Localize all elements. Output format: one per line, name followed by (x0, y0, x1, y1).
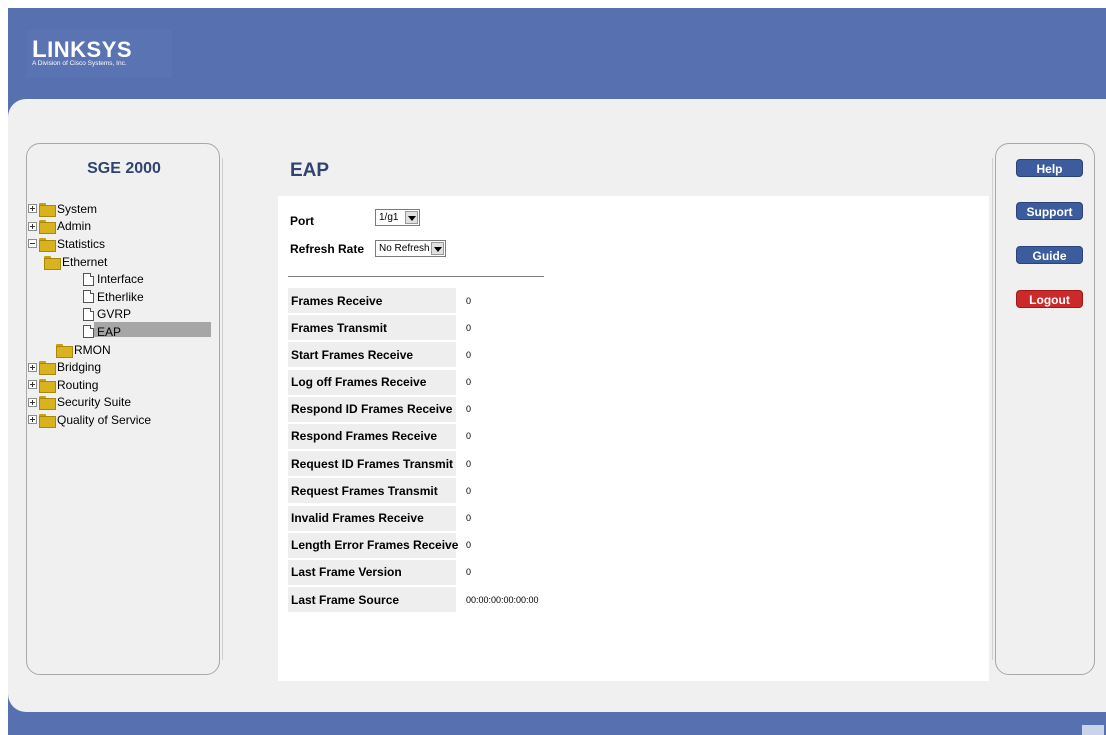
tree-item-admin[interactable]: Admin (28, 218, 213, 236)
table-row: Request ID Frames Transmit 0 (288, 451, 539, 478)
folder-icon (39, 378, 56, 393)
table-row: Last Frame Version 0 (288, 559, 539, 587)
folder-icon (39, 396, 56, 411)
stat-label: Last Frame Version (288, 559, 456, 585)
guide-button[interactable]: Guide (1016, 246, 1083, 264)
stat-value: 0 (466, 485, 472, 496)
stat-value: 0 (466, 458, 472, 469)
logout-button[interactable]: Logout (1016, 290, 1083, 308)
cisco-logo (1080, 719, 1106, 735)
tree-item-gvrp[interactable]: GVRP (28, 306, 213, 324)
table-row: Invalid Frames Receive 0 (288, 505, 539, 533)
help-button[interactable]: Help (1016, 159, 1083, 177)
port-label: Port (290, 214, 314, 228)
stat-label: Start Frames Receive (288, 342, 456, 368)
support-button[interactable]: Support (1016, 202, 1083, 220)
tree-item-rmon[interactable]: RMON (28, 341, 213, 359)
chevron-down-icon[interactable] (405, 211, 418, 224)
right-divider (992, 158, 993, 660)
document-icon (83, 290, 94, 304)
stat-value: 0 (466, 349, 472, 360)
table-row: Frames Transmit 0 (288, 315, 539, 342)
stat-value: 0 (466, 540, 472, 551)
tree-item-security-suite[interactable]: Security Suite (28, 394, 213, 412)
help-panel (995, 143, 1095, 675)
stat-label: Log off Frames Receive (288, 369, 456, 395)
tree-item-eap[interactable]: EAP (28, 323, 213, 341)
document-icon (83, 307, 94, 321)
table-row: Start Frames Receive 0 (288, 342, 539, 369)
table-row: Request Frames Transmit 0 (288, 478, 539, 505)
left-divider (222, 158, 223, 660)
collapse-icon[interactable] (28, 239, 37, 249)
device-title: SGE 2000 (87, 160, 161, 177)
folder-open-icon (44, 255, 61, 270)
stat-label: Request Frames Transmit (288, 478, 456, 504)
stat-value: 0 (466, 322, 472, 333)
table-row: Respond ID Frames Receive 0 (288, 396, 539, 424)
table-row: Frames Receive 0 (288, 288, 539, 315)
folder-open-icon (39, 237, 56, 252)
stat-value: 0 (466, 567, 472, 578)
stat-value: 0 (466, 404, 472, 415)
table-row: Log off Frames Receive 0 (288, 369, 539, 397)
tree-item-etherlike[interactable]: Etherlike (28, 288, 213, 306)
refresh-rate-select[interactable]: No Refresh (375, 240, 446, 257)
stat-value: 00:00:00:00:00:00 (466, 594, 539, 605)
stat-label: Frames Transmit (288, 315, 456, 341)
document-icon (83, 272, 94, 286)
folder-icon (39, 202, 56, 217)
stat-label: Request ID Frames Transmit (288, 451, 456, 477)
table-row: Length Error Frames Receive 0 (288, 532, 539, 560)
tree-item-routing[interactable]: Routing (28, 376, 213, 394)
folder-icon (56, 343, 73, 358)
port-select[interactable]: 1/g1 (375, 209, 420, 226)
stat-label: Respond ID Frames Receive (288, 396, 456, 422)
page-title: EAP (290, 160, 330, 181)
folder-icon (39, 361, 56, 376)
tree-item-interface[interactable]: Interface (28, 270, 213, 288)
stat-label: Respond Frames Receive (288, 423, 456, 449)
expand-icon[interactable] (28, 415, 37, 425)
table-row: Respond Frames Receive 0 (288, 423, 539, 451)
navigation-tree: System Admin Statistics Ethernet Interfa… (28, 200, 213, 429)
stat-value: 0 (466, 295, 472, 306)
chevron-down-icon[interactable] (431, 242, 444, 255)
refresh-rate-select-value: No Refresh (379, 243, 430, 254)
document-icon (83, 325, 94, 339)
stat-label: Invalid Frames Receive (288, 505, 456, 531)
stat-value: 0 (466, 431, 472, 442)
linksys-tagline: A Division of Cisco Systems, Inc. (32, 60, 127, 67)
stat-label: Last Frame Source (288, 587, 456, 613)
tree-item-bridging[interactable]: Bridging (28, 358, 213, 376)
expand-icon[interactable] (28, 362, 37, 372)
expand-icon[interactable] (28, 380, 37, 390)
statistics-table: Frames Receive 0 Frames Transmit 0 Start… (288, 288, 539, 614)
divider (288, 276, 544, 277)
cisco-logo-graphic (1082, 725, 1104, 735)
table-row: Last Frame Source 00:00:00:00:00:00 (288, 587, 539, 614)
expand-icon[interactable] (28, 204, 37, 214)
tree-item-ethernet[interactable]: Ethernet (28, 253, 213, 271)
stat-label: Frames Receive (288, 288, 456, 313)
tree-item-system[interactable]: System (28, 200, 213, 218)
tree-item-quality-of-service[interactable]: Quality of Service (28, 411, 213, 429)
expand-icon[interactable] (28, 221, 37, 231)
folder-icon (39, 413, 56, 428)
stat-value: 0 (466, 513, 472, 523)
stat-value: 0 (466, 377, 472, 388)
stat-label: Length Error Frames Receive (288, 532, 458, 558)
port-select-value: 1/g1 (379, 212, 399, 223)
folder-icon (39, 220, 56, 235)
expand-icon[interactable] (28, 397, 37, 407)
tree-item-statistics[interactable]: Statistics (28, 235, 213, 253)
refresh-rate-label: Refresh Rate (290, 242, 365, 256)
